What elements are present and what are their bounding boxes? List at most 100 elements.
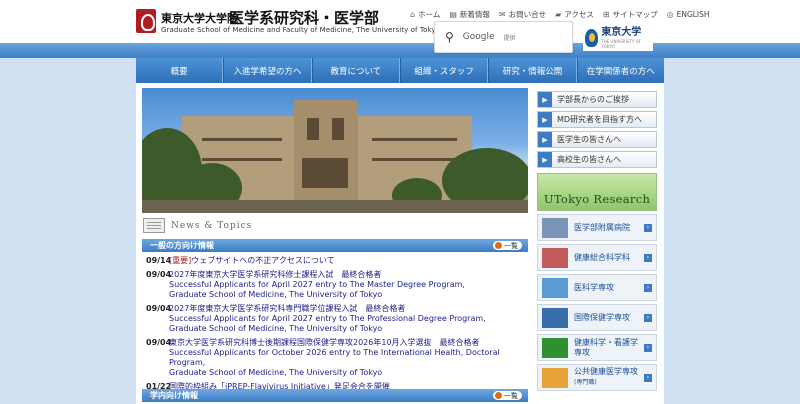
english-link-label: ENGLISH xyxy=(676,10,710,19)
news-public-list-button[interactable]: 一覧 xyxy=(493,241,522,250)
chevron-right-icon: ▶ xyxy=(538,92,552,107)
news-date xyxy=(146,314,169,324)
search-icon: ⚲ xyxy=(445,30,454,44)
news-item[interactable]: 09/04 2027年度東京大学医学系研究科専門職学位課程入試 最終合格者 xyxy=(146,304,528,314)
news-item-line[interactable]: Graduate School of Medicine, The Univers… xyxy=(146,368,528,378)
sidebar-link-international-health[interactable]: 国際保健学専攻 › xyxy=(537,304,657,331)
news-topics-heading: News & Topics xyxy=(143,218,252,233)
news-item-line[interactable]: Successful Applicants for October 2026 e… xyxy=(146,348,528,368)
news-date xyxy=(146,290,169,300)
research-banner-label: UTokyo Research xyxy=(543,192,651,206)
sidebar-link-public-health[interactable]: 公共健康医学専攻 (専門職) › xyxy=(537,364,657,391)
list-button-label: 一覧 xyxy=(504,391,518,400)
nav-item-organization[interactable]: 組織・スタッフ xyxy=(399,58,489,83)
arrow-circle-icon xyxy=(495,392,502,399)
news-title: ウェブサイトへの不正アクセスについて xyxy=(191,256,335,265)
sidebar-button-md-researcher[interactable]: ▶ MD研究者を目指す方へ xyxy=(537,111,657,128)
utokyo-research-banner[interactable]: UTokyo Research xyxy=(537,173,657,211)
global-nav: 概要 入進学希望の方へ 教育について 組織・スタッフ 研究・情報公開 在学関係者… xyxy=(136,58,664,83)
hero-window xyxy=(307,118,319,140)
nav-item-research[interactable]: 研究・情報公開 xyxy=(488,58,577,83)
hero-window-row xyxy=(372,138,457,141)
sidebar-link-label: 健康科学・看護学専攻 xyxy=(574,337,638,357)
nav-item-admission[interactable]: 入進学希望の方へ xyxy=(223,58,312,83)
arrow-right-icon: › xyxy=(644,283,652,292)
nav-item-students[interactable]: 在学関係者の方へ xyxy=(576,58,664,83)
hero-entrance xyxy=(302,158,348,188)
arrow-circle-icon xyxy=(495,242,502,249)
sidebar-link-nursing[interactable]: 健康科学・看護学専攻 › xyxy=(537,334,657,361)
news-item[interactable]: 09/04 2027年度東京大学医学系研究科修士課程入試 最終合格者 xyxy=(146,270,528,280)
news-title: 2027年度東京大学医学系研究科専門職学位課程入試 最終合格者 xyxy=(169,304,406,313)
sidebar-link-label: 医学部附属病院 xyxy=(574,222,630,232)
news-item[interactable]: 09/14 [重要]ウェブサイトへの不正アクセスについて xyxy=(146,256,528,266)
utokyo-logo-name: 東京大学 xyxy=(601,27,642,38)
hero-window-row xyxy=(202,138,282,141)
sidebar-link-hospital[interactable]: 医学部附属病院 › xyxy=(537,214,657,241)
google-provided-label: 提供 xyxy=(503,34,516,42)
news-date xyxy=(146,324,169,334)
news-internal-list-button[interactable]: 一覧 xyxy=(493,391,522,400)
hero-ground xyxy=(142,200,528,213)
google-search-input[interactable]: ⚲ Google 提供 xyxy=(434,21,573,53)
news-link[interactable]: ▤ 新着情報 xyxy=(449,9,490,20)
site-title-english: Graduate School of Medicine and Faculty … xyxy=(161,26,441,34)
sidebar-button-label: MD研究者を目指す方へ xyxy=(557,115,643,124)
news-category-public: 一般の方向け情報 一覧 xyxy=(142,239,528,252)
public-health-thumbnail xyxy=(542,367,568,388)
home-link-label: ホーム xyxy=(418,10,441,19)
sidebar-link-label: 公共健康医学専攻 (専門職) xyxy=(574,367,644,388)
news-title: 2027年度東京大学医学系研究科修士課程入試 最終合格者 xyxy=(169,270,382,279)
sidebar-button-label: 医学生の皆さんへ xyxy=(557,135,621,144)
sidebar-button-medical-students[interactable]: ▶ 医学生の皆さんへ xyxy=(537,131,657,148)
news-category-internal-label: 学内向け情報 xyxy=(150,391,198,400)
university-logo-icon[interactable] xyxy=(136,9,156,33)
top-utility-links: ⌂ ホーム ▤ 新着情報 ✉ お問い合せ ▰ アクセス ⊞ サイトマップ ◎ ENGLISH xyxy=(410,9,710,20)
hero-window-row xyxy=(202,158,282,161)
contact-link-label: お問い合せ xyxy=(508,10,547,19)
news-title: Graduate School of Medicine, The Univers… xyxy=(169,368,383,377)
news-item-line[interactable]: Successful Applicants for April 2027 ent… xyxy=(146,280,528,290)
news-list: 09/14 [重要]ウェブサイトへの不正アクセスについて 09/04 2027年度東… xyxy=(146,256,528,396)
medical-science-thumbnail xyxy=(542,277,568,298)
hero-building-photo xyxy=(142,88,528,213)
arrow-right-icon: › xyxy=(644,313,652,322)
news-title: Successful Applicants for April 2027 ent… xyxy=(169,314,486,323)
news-item-line[interactable]: Graduate School of Medicine, The Univers… xyxy=(146,324,528,334)
news-title: Graduate School of Medicine, The Univers… xyxy=(169,290,383,299)
sidebar-link-label: 国際保健学専攻 xyxy=(574,312,630,322)
car-icon: ▰ xyxy=(555,10,562,19)
newspaper-icon xyxy=(143,218,165,233)
sidebar-button-label: 高校生の皆さんへ xyxy=(557,155,621,164)
news-date xyxy=(146,348,169,368)
access-link[interactable]: ▰ アクセス xyxy=(555,9,594,20)
nav-item-education[interactable]: 教育について xyxy=(311,58,400,83)
utokyo-logo-text: 東京大学 THE UNIVERSITY OF TOKYO xyxy=(601,27,653,50)
nav-item-overview[interactable]: 概要 xyxy=(136,58,224,83)
sitemap-link[interactable]: ⊞ サイトマップ xyxy=(603,9,658,20)
news-title: Graduate School of Medicine, The Univers… xyxy=(169,324,383,333)
contact-link[interactable]: ✉ お問い合せ xyxy=(499,9,546,20)
sidebar-link-health-sciences[interactable]: 健康総合科学科 › xyxy=(537,244,657,271)
google-brand-label: Google xyxy=(462,32,495,42)
mail-icon: ✉ xyxy=(498,10,506,19)
news-title: 東京大学医学系研究科博士後期課程国際保健学専攻2026年10月入学選抜 最終合格… xyxy=(169,338,480,347)
site-title-university[interactable]: 東京大学大学院 xyxy=(161,10,238,26)
site-title-school[interactable]: 医学系研究科・医学部 xyxy=(229,7,379,28)
international-health-thumbnail xyxy=(542,307,568,328)
news-date: 09/04 xyxy=(146,270,172,279)
sidebar-button-dean-greeting[interactable]: ▶ 学部長からのご挨拶 xyxy=(537,91,657,108)
hero-window xyxy=(332,118,344,140)
health-sciences-thumbnail xyxy=(542,247,568,268)
utokyo-logo-link[interactable]: 東京大学 THE UNIVERSITY OF TOKYO xyxy=(583,25,653,51)
news-item-line[interactable]: Graduate School of Medicine, The Univers… xyxy=(146,290,528,300)
sidebar-link-medical-science[interactable]: 医科学専攻 › xyxy=(537,274,657,301)
public-health-sub-label: (専門職) xyxy=(574,379,597,386)
home-link[interactable]: ⌂ ホーム xyxy=(410,9,440,20)
english-link[interactable]: ◎ ENGLISH xyxy=(667,9,710,20)
news-item-line[interactable]: Successful Applicants for April 2027 ent… xyxy=(146,314,528,324)
chevron-right-icon: ▶ xyxy=(538,112,552,127)
sidebar-button-high-school[interactable]: ▶ 高校生の皆さんへ xyxy=(537,151,657,168)
news-item[interactable]: 09/04 東京大学医学系研究科博士後期課程国際保健学専攻2026年10月入学選抜… xyxy=(146,338,528,348)
sitemap-link-label: サイトマップ xyxy=(612,10,658,19)
